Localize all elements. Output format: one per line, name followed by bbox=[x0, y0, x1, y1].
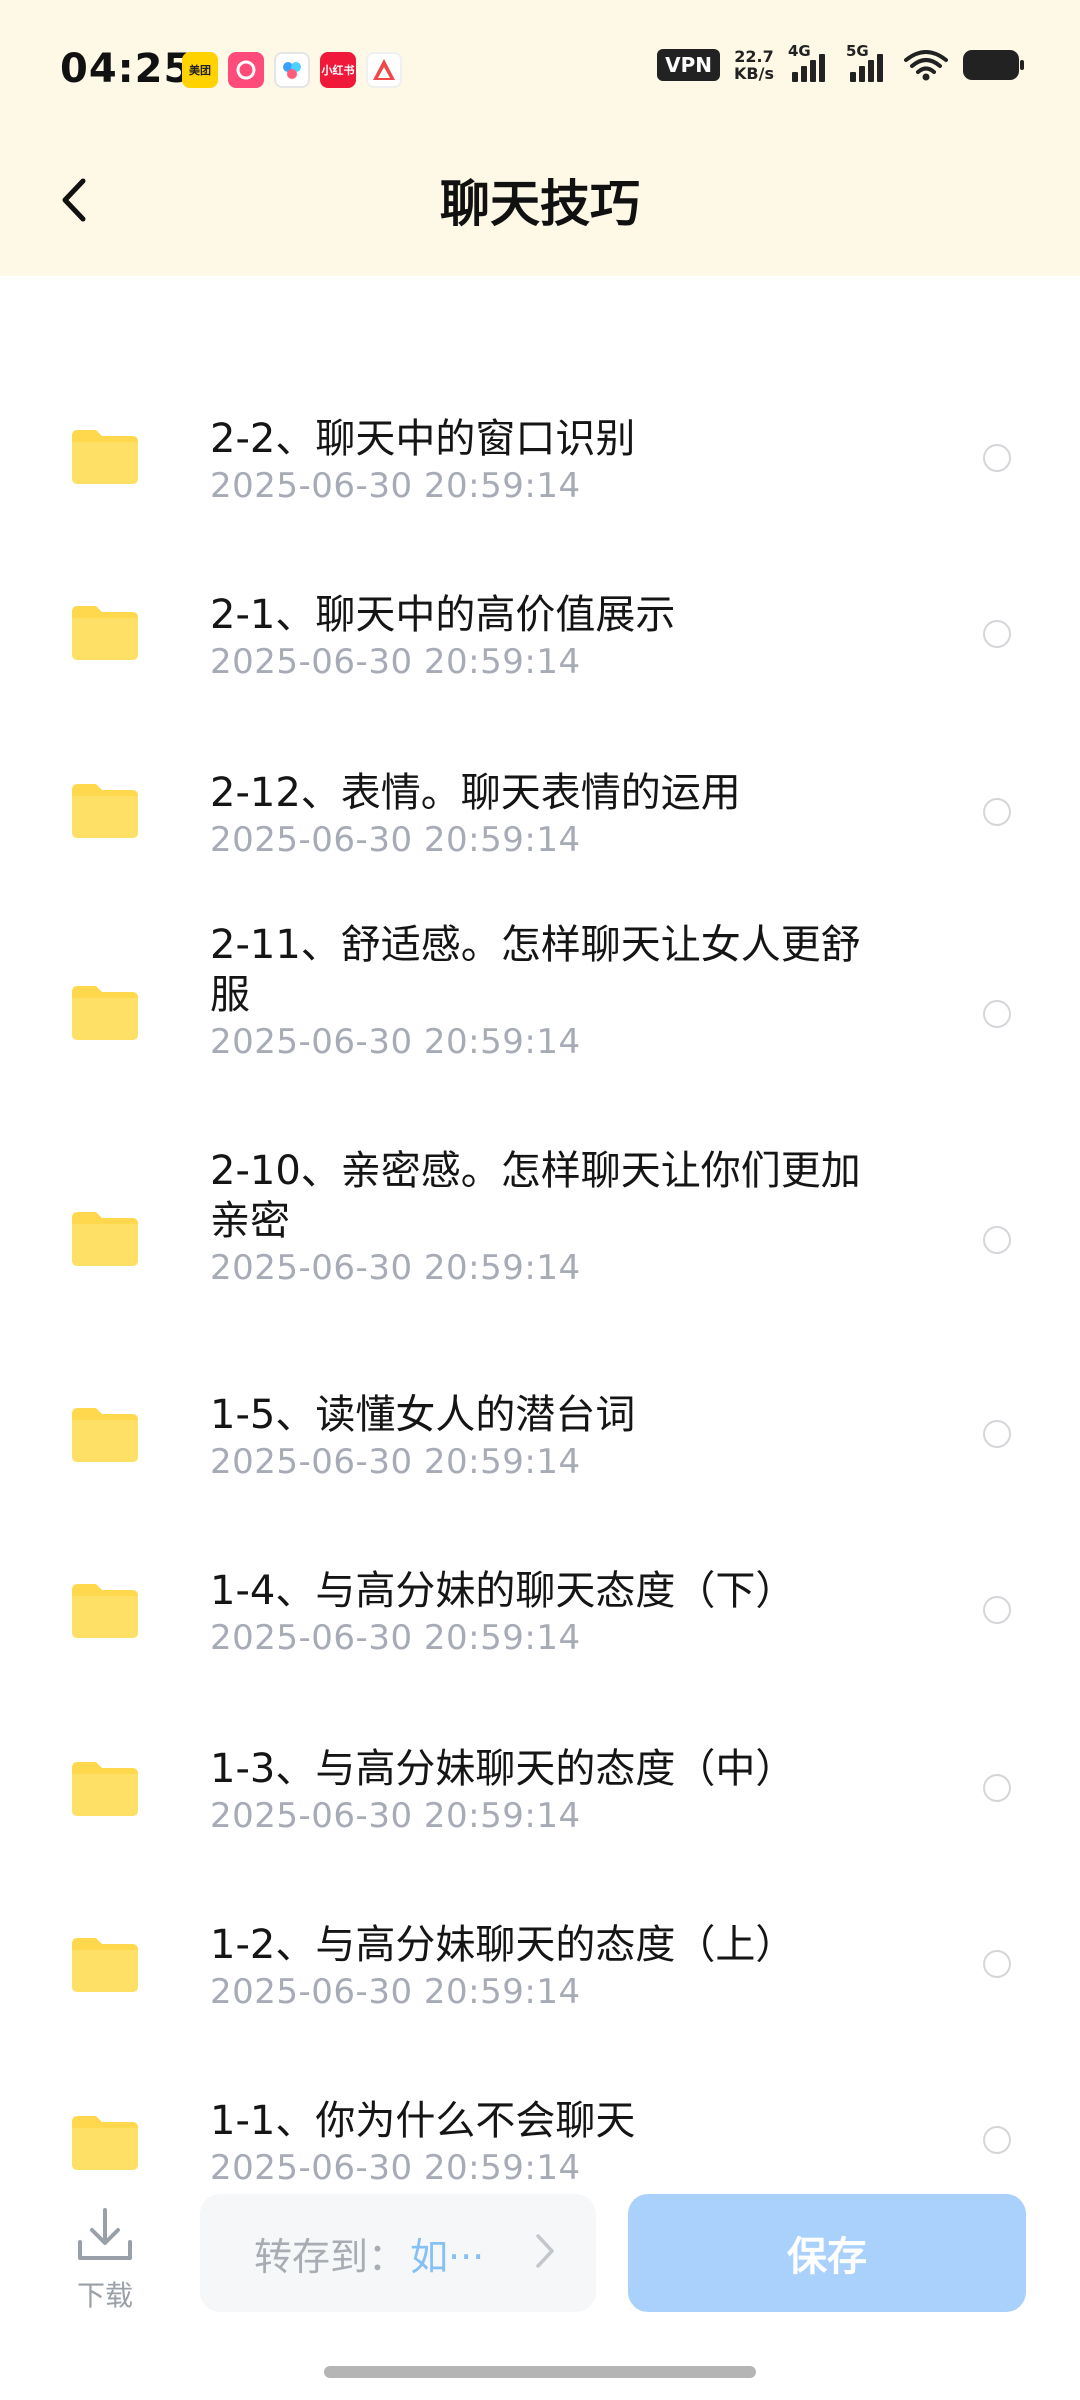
folder-icon bbox=[72, 986, 138, 1040]
baidu-netdisk-app-icon bbox=[274, 52, 310, 88]
file-date: 2025-06-30 20:59:14 bbox=[210, 1442, 581, 1482]
list-item[interactable]: 2-1、聊天中的高价值展示 2025-06-30 20:59:14 bbox=[0, 512, 1080, 682]
chevron-right-icon bbox=[536, 2234, 554, 2268]
file-name: 2-2、聊天中的窗口识别 bbox=[210, 416, 636, 462]
meituan-app-icon: 美团 bbox=[182, 52, 218, 88]
page-title: 聊天技巧 bbox=[440, 175, 640, 233]
file-name: 1-5、读懂女人的潜台词 bbox=[210, 1392, 636, 1438]
list-item[interactable]: 1-1、你为什么不会聊天 2025-06-30 20:59:14 bbox=[0, 2028, 1080, 2188]
speed-unit: KB/s bbox=[734, 64, 774, 83]
folder-icon bbox=[72, 1212, 138, 1266]
select-radio[interactable] bbox=[983, 1774, 1011, 1802]
signal-4g-icon: 4G bbox=[788, 42, 832, 82]
save-button[interactable]: 保存 bbox=[628, 2194, 1026, 2312]
list-item[interactable]: 1-2、与高分妹聊天的态度（上） 2025-06-30 20:59:14 bbox=[0, 1850, 1080, 2012]
download-label: 下载 bbox=[76, 2279, 133, 2312]
select-radio[interactable] bbox=[983, 1000, 1011, 1028]
select-radio[interactable] bbox=[983, 1420, 1011, 1448]
status-indicators: VPN 22.7 KB/s 4G 5G bbox=[657, 42, 1026, 82]
folder-icon bbox=[72, 2116, 138, 2170]
signal-5g-icon: 5G bbox=[846, 42, 890, 82]
file-name: 2-11、舒适感。怎样聊天让女人更舒服 bbox=[210, 922, 861, 1018]
vpn-badge: VPN bbox=[657, 49, 721, 81]
download-button[interactable]: 下载 bbox=[62, 2204, 148, 2314]
save-to-label: 转存到： bbox=[254, 2234, 407, 2279]
file-date: 2025-06-30 20:59:14 bbox=[210, 1022, 581, 1062]
file-date: 2025-06-30 20:59:14 bbox=[210, 1796, 581, 1836]
app-icon bbox=[366, 52, 402, 88]
status-time: 04:25 bbox=[60, 46, 193, 92]
file-date: 2025-06-30 20:59:14 bbox=[210, 642, 581, 682]
folder-icon bbox=[72, 784, 138, 838]
list-item[interactable]: 2-2、聊天中的窗口识别 2025-06-30 20:59:14 bbox=[0, 334, 1080, 506]
list-item[interactable]: 1-5、读懂女人的潜台词 2025-06-30 20:59:14 bbox=[0, 1320, 1080, 1482]
file-name: 1-4、与高分妹的聊天态度（下） bbox=[210, 1568, 796, 1614]
file-name: 2-10、亲密感。怎样聊天让你们更加亲密 bbox=[210, 1148, 861, 1244]
wifi-icon bbox=[904, 48, 948, 82]
status-bar: 04:25 美团 小红书 VPN 22.7 KB/s 4G 5G bbox=[0, 0, 1080, 140]
folder-icon bbox=[72, 606, 138, 660]
folder-icon bbox=[72, 1762, 138, 1816]
xiaohongshu-app-icon: 小红书 bbox=[320, 52, 356, 88]
file-name: 1-2、与高分妹聊天的态度（上） bbox=[210, 1922, 796, 1968]
music-app-icon bbox=[228, 52, 264, 88]
list-item[interactable]: 2-10、亲密感。怎样聊天让你们更加亲密 2025-06-30 20:59:14 bbox=[0, 1092, 1080, 1298]
top-area: 04:25 美团 小红书 VPN 22.7 KB/s 4G 5G 聊天技巧 bbox=[0, 0, 1080, 276]
save-to-destination: 如··· bbox=[410, 2234, 485, 2279]
file-date: 2025-06-30 20:59:14 bbox=[210, 820, 581, 860]
list-item[interactable]: 2-12、表情。聊天表情的运用 2025-06-30 20:59:14 bbox=[0, 688, 1080, 860]
network-speed: 22.7 KB/s bbox=[734, 48, 774, 82]
file-name: 1-3、与高分妹聊天的态度（中） bbox=[210, 1746, 796, 1792]
list-item[interactable]: 2-11、舒适感。怎样聊天让女人更舒服 2025-06-30 20:59:14 bbox=[0, 866, 1080, 1072]
file-date: 2025-06-30 20:59:14 bbox=[210, 466, 581, 506]
header: 聊天技巧 bbox=[0, 140, 1080, 276]
select-radio[interactable] bbox=[983, 2126, 1011, 2154]
battery-icon bbox=[962, 48, 1026, 82]
file-date: 2025-06-30 20:59:14 bbox=[210, 1972, 581, 2012]
download-icon bbox=[78, 2208, 132, 2260]
speed-value: 22.7 bbox=[734, 47, 774, 66]
select-radio[interactable] bbox=[983, 1226, 1011, 1254]
folder-icon bbox=[72, 430, 138, 484]
folder-icon bbox=[72, 1938, 138, 1992]
save-to-selector[interactable]: 转存到： 如··· bbox=[200, 2194, 596, 2312]
folder-icon bbox=[72, 1408, 138, 1462]
home-indicator[interactable] bbox=[324, 2366, 756, 2378]
file-name: 2-12、表情。聊天表情的运用 bbox=[210, 770, 741, 816]
select-radio[interactable] bbox=[983, 1596, 1011, 1624]
select-radio[interactable] bbox=[983, 444, 1011, 472]
list-item[interactable]: 1-3、与高分妹聊天的态度（中） 2025-06-30 20:59:14 bbox=[0, 1674, 1080, 1836]
select-radio[interactable] bbox=[983, 1950, 1011, 1978]
file-date: 2025-06-30 20:59:14 bbox=[210, 1618, 581, 1658]
file-name: 1-1、你为什么不会聊天 bbox=[210, 2098, 636, 2144]
network-4g-label: 4G bbox=[788, 42, 811, 60]
file-name: 2-1、聊天中的高价值展示 bbox=[210, 592, 676, 638]
select-radio[interactable] bbox=[983, 620, 1011, 648]
select-radio[interactable] bbox=[983, 798, 1011, 826]
file-date: 2025-06-30 20:59:14 bbox=[210, 1248, 581, 1288]
folder-icon bbox=[72, 1584, 138, 1638]
network-5g-label: 5G bbox=[846, 42, 869, 60]
list-item[interactable]: 1-4、与高分妹的聊天态度（下） 2025-06-30 20:59:14 bbox=[0, 1496, 1080, 1658]
notification-icons: 美团 小红书 bbox=[182, 52, 402, 88]
